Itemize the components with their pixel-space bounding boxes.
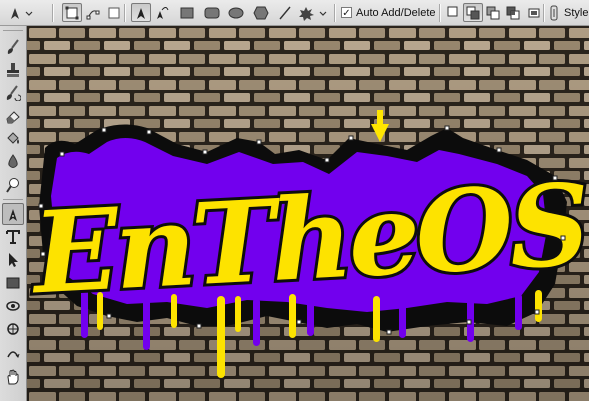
custom-shape-button[interactable] [297,3,329,22]
intersect-icon [486,6,500,19]
add-to-area-icon [447,6,458,16]
clone-stamp-tool[interactable] [2,59,24,81]
eraser-icon [6,111,20,124]
hand-tool-icon [7,369,19,385]
pen-button[interactable] [131,3,151,22]
blur-icon [8,154,18,168]
rectangle-button[interactable] [177,3,197,22]
intersect-button[interactable] [483,3,503,22]
ellipse-icon [228,7,244,18]
zoom-in-3d-tool[interactable] [2,341,24,363]
custom-shape-icon [299,6,327,21]
auto-add-delete-label: Auto Add/Delete [356,6,436,19]
style-label: Style [564,6,589,19]
3d-camera-icon [7,351,20,358]
type-tool-icon [6,230,20,244]
paths-icon [86,9,100,19]
paint-bucket-tool[interactable] [2,128,24,150]
brush-tool[interactable] [2,36,24,58]
auto-add-delete-option[interactable]: ✓ Auto Add/Delete [341,3,436,22]
tools-panel [0,26,27,401]
3d-orbit-tool[interactable] [2,318,24,340]
freeform-pen-icon [157,6,169,19]
rounded-rectangle-button[interactable] [202,3,222,22]
polygon-icon [253,6,269,19]
subtract-from-area-icon [466,6,480,19]
blur-tool[interactable] [2,151,24,173]
freeform-pen-button[interactable] [152,3,172,22]
rectangle-shape-tool[interactable] [2,272,24,294]
document-canvas[interactable]: EnTheOS [27,26,589,401]
ellipse-button[interactable] [226,3,246,22]
auto-add-delete-checkbox[interactable]: ✓ [341,7,352,19]
pen-tool-icon [11,7,33,19]
options-bar: ✓ Auto Add/Delete Style [0,0,589,26]
style-picker[interactable]: Style [548,3,589,22]
dodge-tool[interactable] [2,174,24,196]
dodge-icon [6,178,19,193]
exclude-overlap-icon [506,6,520,19]
paint-bucket-icon [7,132,19,144]
combine-icon [528,8,540,17]
pen-tool[interactable] [2,203,24,225]
3d-rotate-tool[interactable] [2,295,24,317]
fill-pixels-button[interactable] [104,3,124,22]
path-selection-icon [9,253,18,267]
path-selection-tool[interactable] [2,249,24,271]
combine-button[interactable] [524,3,544,22]
hand-tool[interactable] [2,366,24,388]
type-tool[interactable] [2,226,24,248]
style-chain-icon [550,5,558,20]
rectangle-shape-icon [6,277,20,289]
rectangle-icon [180,7,194,18]
history-brush-tool[interactable] [2,82,24,104]
3d-rotate-icon [6,301,20,311]
rounded-rectangle-icon [204,7,220,18]
clone-stamp-icon [7,63,19,77]
polygon-button[interactable] [251,3,271,22]
exclude-overlap-button[interactable] [503,3,523,22]
eraser-tool[interactable] [2,105,24,127]
add-to-area-button[interactable] [444,3,464,22]
tool-preset-picker[interactable] [4,3,36,22]
subtract-from-area-button[interactable] [463,3,483,22]
paths-button[interactable] [83,3,103,22]
pen-tool-icon [9,209,17,221]
line-icon [279,6,291,19]
line-button[interactable] [275,3,295,22]
brush-icon [7,39,19,54]
3d-orbit-icon [7,323,19,335]
fill-pixels-icon [108,7,120,18]
artwork: EnTheOS [27,26,589,401]
shape-layers-button[interactable] [62,3,82,22]
shape-layers-icon [65,6,79,19]
history-brush-icon [6,85,21,101]
pen-icon [137,7,145,19]
